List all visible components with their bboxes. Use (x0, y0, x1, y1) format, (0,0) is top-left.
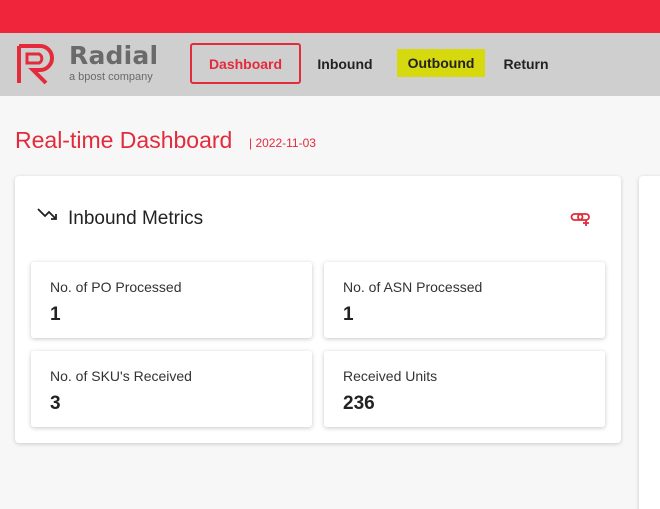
nav-inbound[interactable]: Inbound (311, 43, 379, 84)
radial-logo[interactable]: Radial a bpost company (16, 41, 166, 87)
brand-name: Radial (69, 41, 159, 70)
metric-po-processed: No. of PO Processed 1 (31, 262, 312, 338)
metric-value: 1 (50, 304, 61, 325)
page-title: Real-time Dashboard (15, 127, 233, 153)
r-logo-icon (17, 44, 54, 85)
metric-asn-processed: No. of ASN Processed 1 (324, 262, 605, 338)
nav-return[interactable]: Return (498, 43, 554, 84)
metric-value: 3 (50, 393, 61, 414)
metric-value: 236 (343, 393, 375, 414)
metric-label: No. of SKU's Received (50, 368, 192, 384)
metric-value: 1 (343, 304, 354, 325)
page-date: | 2022-11-03 (249, 136, 316, 150)
next-card-partial (639, 176, 660, 509)
trending-down-icon (37, 208, 57, 220)
metric-label: Received Units (343, 368, 438, 384)
metric-sku-received: No. of SKU's Received 3 (31, 351, 312, 427)
link-icon[interactable] (570, 211, 592, 227)
nav-dashboard[interactable]: Dashboard (190, 43, 301, 84)
metric-label: No. of PO Processed (50, 279, 182, 295)
top-accent-bar (0, 0, 660, 33)
metric-received-units: Received Units 236 (324, 351, 605, 427)
metric-label: No. of ASN Processed (343, 279, 483, 295)
nav-outbound[interactable]: Outbound (397, 49, 485, 77)
brand-tagline: a bpost company (69, 71, 153, 83)
card-title: Inbound Metrics (68, 208, 204, 229)
